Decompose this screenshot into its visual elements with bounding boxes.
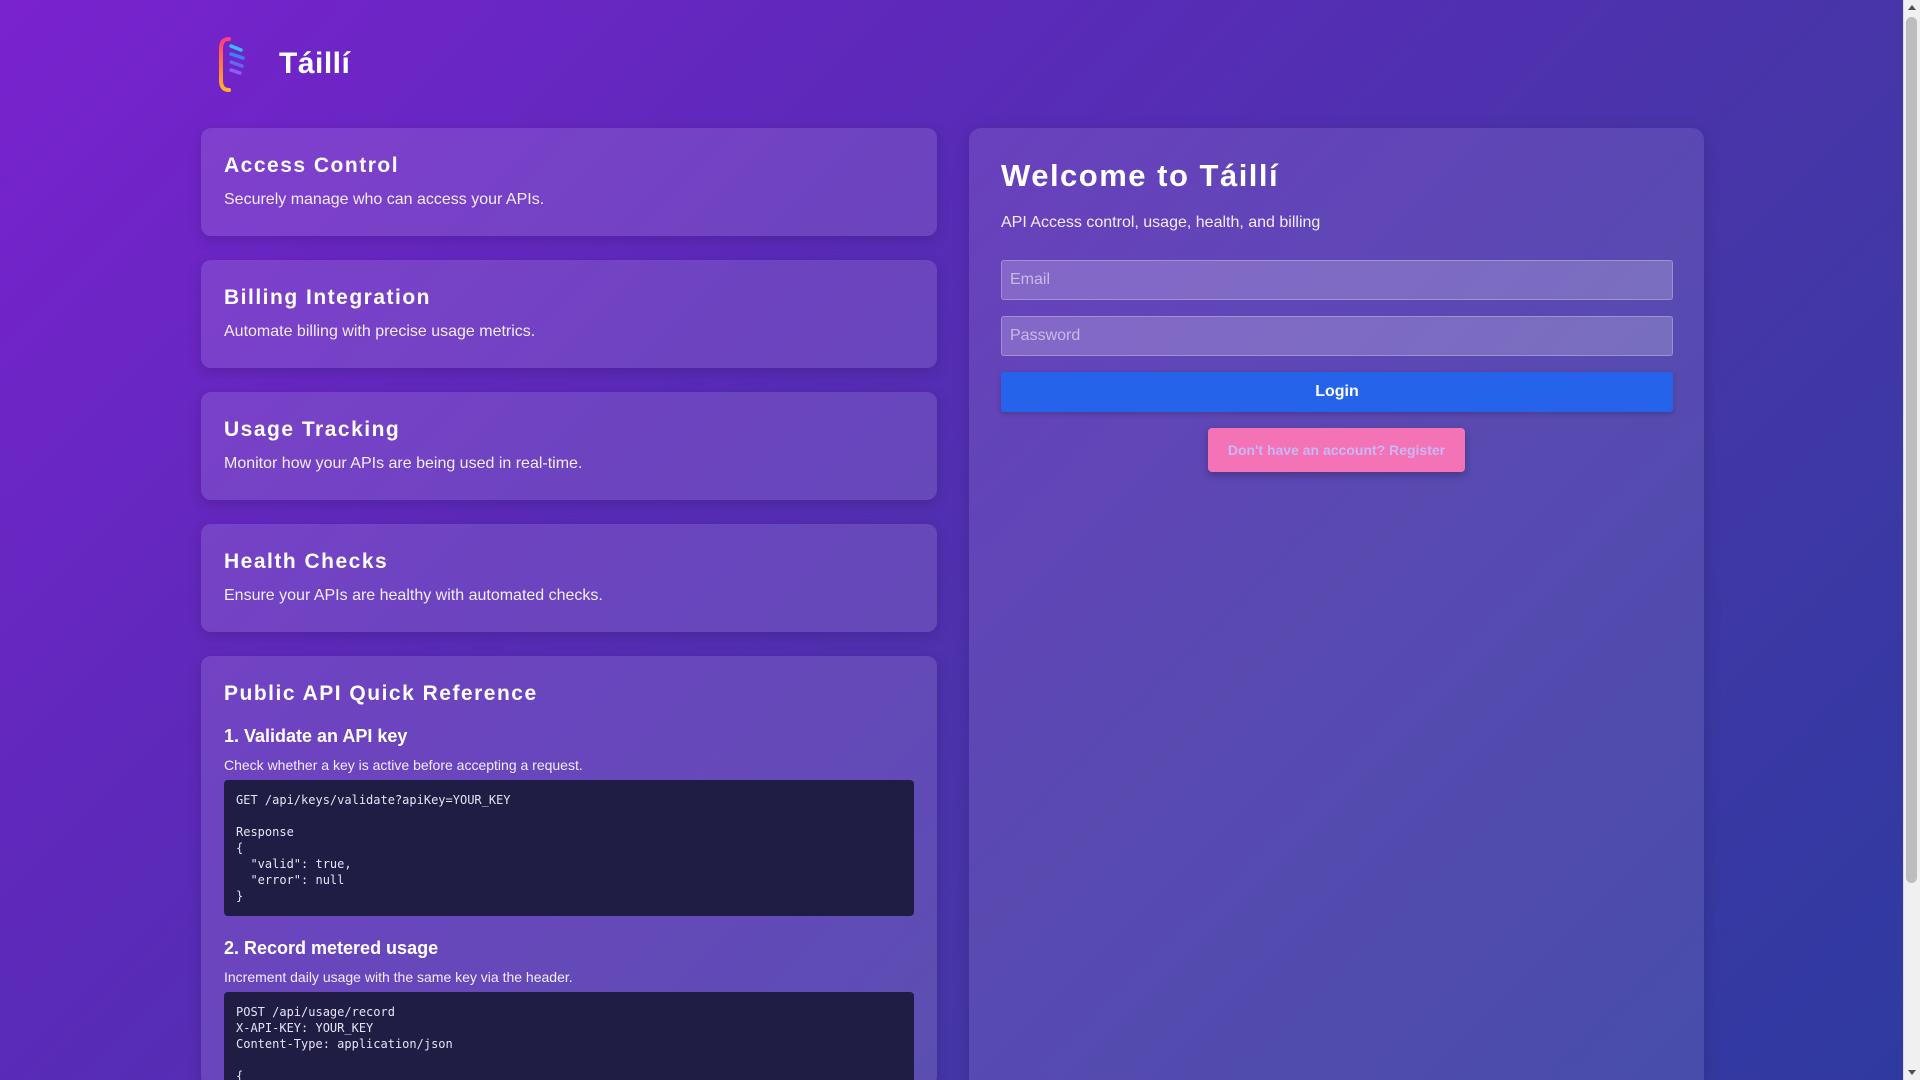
step-title-validate: 1. Validate an API key	[224, 726, 408, 746]
scroll-down-icon[interactable]	[1908, 1070, 1916, 1075]
feature-card-usage-tracking: Usage Tracking Monitor how your APIs are…	[201, 392, 937, 500]
code-block-record-usage: POST /api/usage/record X-API-KEY: YOUR_K…	[224, 992, 914, 1080]
register-wrap: Don't have an account? Register	[1001, 428, 1672, 472]
step-title-record-usage: 2. Record metered usage	[224, 938, 439, 958]
feature-card-health-checks: Health Checks Ensure your APIs are healt…	[201, 524, 937, 632]
step-description-validate: Check whether a key is active before acc…	[224, 757, 583, 773]
welcome-title: Welcome to Táillí	[1001, 158, 1280, 193]
api-reference-title: Public API Quick Reference	[224, 682, 538, 705]
app-header: Táillí	[219, 36, 350, 92]
feature-card-access-control: Access Control Securely manage who can a…	[201, 128, 937, 236]
email-input[interactable]	[1001, 260, 1673, 300]
feature-card-billing-integration: Billing Integration Automate billing wit…	[201, 260, 937, 368]
login-panel: Welcome to Táillí API Access control, us…	[969, 128, 1704, 1080]
page-scrollbar[interactable]	[1903, 0, 1920, 1080]
brand-name: Táillí	[279, 47, 351, 80]
scroll-up-icon[interactable]	[1908, 5, 1916, 10]
brand-logo-icon	[219, 37, 245, 92]
feature-column: Access Control Securely manage who can a…	[201, 128, 937, 1080]
scroll-thumb[interactable]	[1906, 17, 1917, 883]
feature-description: Ensure your APIs are healthy with automa…	[224, 587, 603, 604]
code-block-validate: GET /api/keys/validate?apiKey=YOUR_KEY R…	[224, 780, 914, 916]
feature-title: Usage Tracking	[224, 418, 401, 441]
feature-description: Automate billing with precise usage metr…	[224, 323, 536, 340]
welcome-subtitle: API Access control, usage, health, and b…	[1001, 214, 1321, 231]
feature-description: Securely manage who can access your APIs…	[224, 191, 545, 208]
register-button[interactable]: Don't have an account? Register	[1207, 428, 1466, 472]
feature-title: Health Checks	[224, 550, 389, 573]
feature-title: Billing Integration	[224, 286, 431, 309]
step-description-record-usage: Increment daily usage with the same key …	[224, 969, 573, 985]
feature-description: Monitor how your APIs are being used in …	[224, 455, 583, 472]
feature-title: Access Control	[224, 154, 400, 177]
login-button[interactable]: Login	[1001, 372, 1673, 412]
password-input[interactable]	[1001, 316, 1673, 356]
api-reference-card: Public API Quick Reference 1. Validate a…	[201, 656, 937, 1080]
